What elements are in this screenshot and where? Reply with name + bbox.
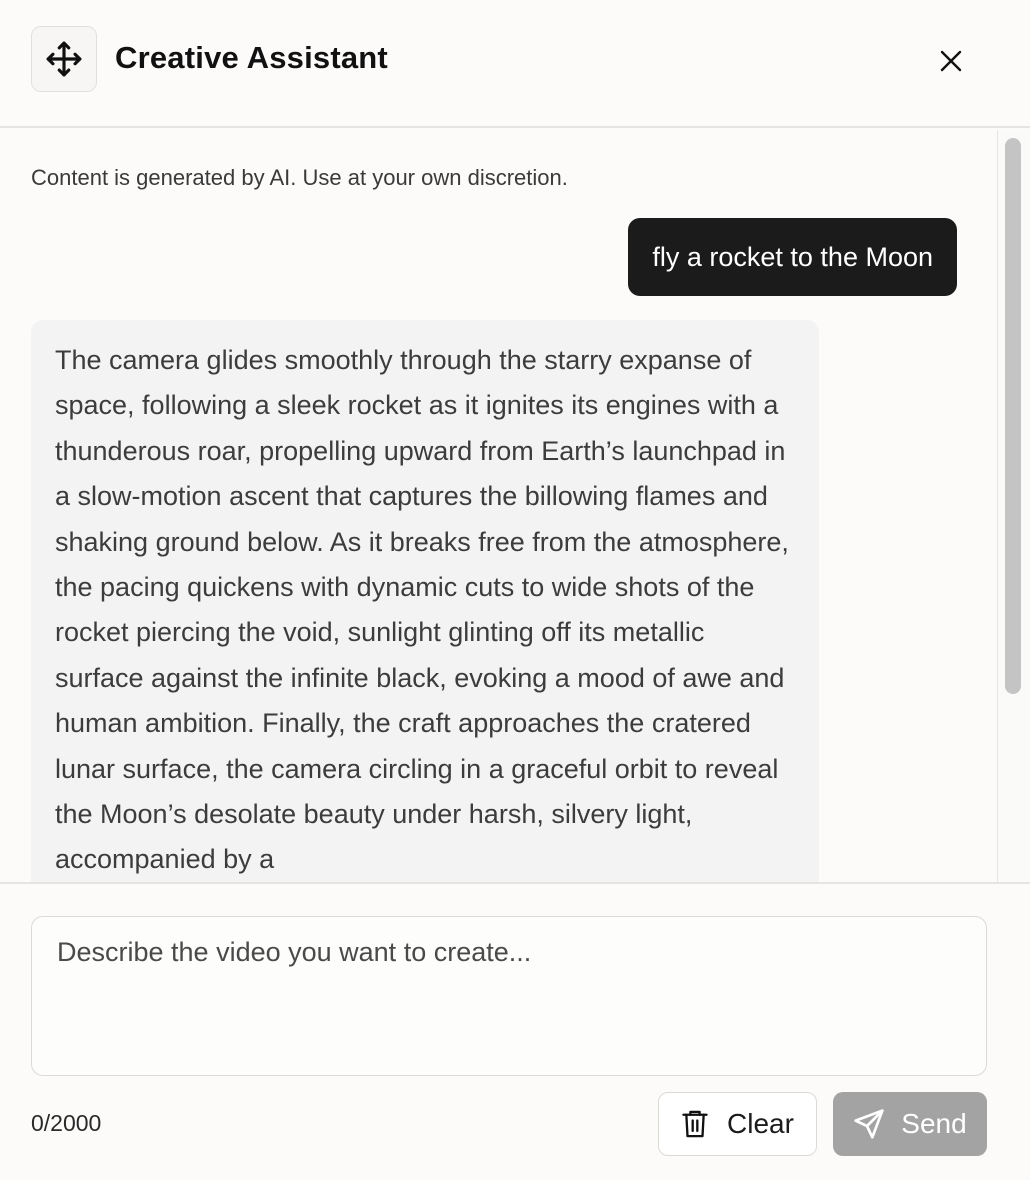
panel-header: Creative Assistant xyxy=(0,0,1030,128)
user-message: fly a rocket to the Moon xyxy=(628,218,957,296)
ai-disclaimer: Content is generated by AI. Use at your … xyxy=(31,165,568,190)
clear-button[interactable]: Clear xyxy=(658,1092,817,1156)
send-button-label: Send xyxy=(901,1108,967,1139)
panel-title: Creative Assistant xyxy=(115,40,388,75)
send-button[interactable]: Send xyxy=(833,1092,987,1156)
creative-assistant-panel: Creative Assistant Content is generated … xyxy=(0,0,1030,1180)
scrollbar-thumb[interactable] xyxy=(1005,138,1021,694)
close-icon xyxy=(939,49,963,73)
move-icon xyxy=(45,40,83,78)
character-count: 0/2000 xyxy=(31,1110,102,1136)
prompt-input[interactable] xyxy=(31,916,987,1076)
clear-button-label: Clear xyxy=(727,1108,794,1139)
trash-icon xyxy=(681,1109,709,1139)
assistant-message: The camera glides smoothly through the s… xyxy=(31,320,819,882)
close-button[interactable] xyxy=(930,40,972,82)
composer-divider xyxy=(0,882,1030,884)
drag-handle[interactable] xyxy=(31,26,97,92)
send-icon xyxy=(853,1108,885,1140)
chat-history[interactable]: Content is generated by AI. Use at your … xyxy=(0,130,1030,882)
